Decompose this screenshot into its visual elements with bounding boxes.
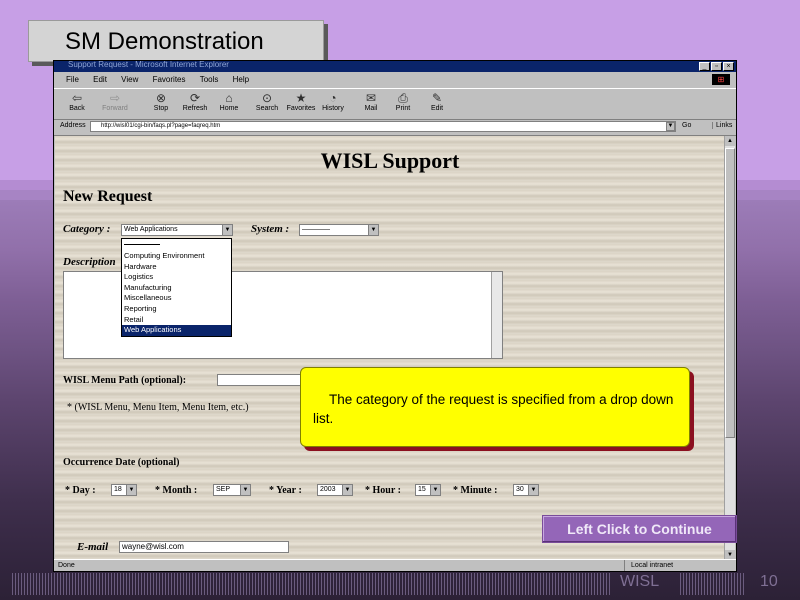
scroll-thumb[interactable] — [725, 148, 735, 438]
category-select[interactable]: Web Applications ▼ — [121, 224, 233, 236]
page-scrollbar[interactable]: ▲ ▼ — [724, 136, 735, 560]
chevron-down-icon: ▼ — [240, 485, 250, 495]
footer-stripes-right — [680, 573, 746, 595]
window-title: Support Request - Microsoft Internet Exp… — [68, 60, 229, 69]
system-select[interactable]: ———— ▼ — [299, 224, 379, 236]
dropdown-option-selected[interactable]: Web Applications — [122, 325, 231, 336]
go-button[interactable]: Go — [682, 122, 691, 129]
search-button[interactable]: ⊙ Search — [252, 91, 282, 112]
links-button[interactable]: Links — [712, 122, 732, 129]
occurrence-date-label: Occurrence Date (optional) — [63, 457, 180, 468]
chevron-down-icon: ▼ — [126, 485, 136, 495]
chevron-down-icon: ▼ — [368, 225, 378, 235]
favorites-icon: ★ — [295, 91, 307, 105]
year-select[interactable]: 2003 ▼ — [317, 484, 353, 496]
windows-logo-icon: ⊞ — [712, 74, 730, 85]
edit-icon: ✎ — [431, 91, 443, 105]
address-dropdown-icon[interactable]: ▼ — [666, 122, 675, 131]
dropdown-option-blank[interactable] — [122, 239, 231, 251]
day-label: * Day : — [65, 485, 96, 496]
home-button[interactable]: ⌂ Home — [214, 91, 244, 112]
dropdown-option[interactable]: Reporting — [122, 304, 231, 315]
footer-stripes — [12, 573, 612, 595]
scroll-up-icon[interactable]: ▲ — [725, 136, 735, 146]
category-label: Category : — [63, 223, 111, 235]
stop-icon: ⊗ — [155, 91, 167, 105]
refresh-button[interactable]: ⟳ Refresh — [180, 91, 210, 112]
menu-path-hint: * (WISL Menu, Menu Item, Menu Item, etc.… — [67, 402, 249, 413]
chevron-down-icon: ▼ — [430, 485, 440, 495]
browser-toolbar: ⇦ Back ⇨ Forward ⊗ Stop ⟳ Refresh ⌂ Home ⊙ Sea… — [54, 88, 736, 120]
system-label: System : — [251, 223, 290, 235]
description-label: Description — [63, 256, 116, 268]
zone-text: Local intranet — [624, 560, 673, 571]
history-button[interactable]: ◔ History — [318, 91, 348, 112]
dropdown-option[interactable]: Manufacturing — [122, 283, 231, 294]
edit-button[interactable]: ✎ Edit — [422, 91, 452, 112]
favorites-button[interactable]: ★ Favorites — [286, 91, 316, 112]
minute-label: * Minute : — [453, 485, 498, 496]
menu-help[interactable]: Help — [233, 73, 249, 87]
refresh-icon: ⟳ — [189, 91, 201, 105]
menu-file[interactable]: File — [66, 73, 79, 87]
callout-note: The category of the request is specified… — [300, 367, 690, 447]
print-button[interactable]: ⎙ Print — [388, 91, 418, 112]
address-label: Address — [60, 122, 86, 129]
history-icon: ◔ — [329, 91, 337, 105]
page-number: 10 — [760, 573, 778, 590]
footer-brand: WISL — [620, 573, 660, 590]
dropdown-option[interactable]: Logistics — [122, 272, 231, 283]
slide-title: SM Demonstration — [28, 20, 324, 62]
back-button[interactable]: ⇦ Back — [62, 91, 92, 112]
browser-window: Support Request - Microsoft Internet Exp… — [53, 60, 737, 572]
menu-favorites[interactable]: Favorites — [153, 73, 186, 87]
mail-icon: ✉ — [365, 91, 377, 105]
browser-titlebar: Support Request - Microsoft Internet Exp… — [54, 60, 736, 72]
minute-select[interactable]: 30 ▼ — [513, 484, 539, 496]
textarea-scrollbar[interactable] — [491, 272, 502, 358]
category-dropdown-list: Computing Environment Hardware Logistics… — [121, 238, 232, 337]
page-content: WISL Support New Request Category : Web … — [55, 136, 725, 560]
page-title: WISL Support — [320, 148, 460, 173]
print-icon: ⎙ — [398, 91, 408, 105]
dropdown-option[interactable]: Miscellaneous — [122, 293, 231, 304]
menu-tools[interactable]: Tools — [200, 73, 219, 87]
day-select[interactable]: 18 ▼ — [111, 484, 137, 496]
minimize-icon[interactable]: _ — [699, 62, 710, 71]
mail-button[interactable]: ✉ Mail — [356, 91, 386, 112]
close-icon[interactable]: × — [723, 62, 734, 71]
back-arrow-icon: ⇦ — [71, 91, 83, 105]
menu-path-input[interactable] — [217, 374, 303, 386]
hour-label: * Hour : — [365, 485, 401, 496]
month-label: * Month : — [155, 485, 198, 496]
menu-path-label: WISL Menu Path (optional): — [63, 375, 187, 386]
address-input[interactable]: http://wisl01/cgi-bin/faqs.pl?page=faqre… — [90, 121, 676, 132]
stop-button[interactable]: ⊗ Stop — [146, 91, 176, 112]
month-select[interactable]: SEP ▼ — [213, 484, 251, 496]
menu-edit[interactable]: Edit — [93, 73, 107, 87]
chevron-down-icon: ▼ — [342, 485, 352, 495]
email-field[interactable]: wayne@wisl.com — [119, 541, 289, 553]
search-icon: ⊙ — [261, 91, 273, 105]
dropdown-option[interactable]: Retail — [122, 315, 231, 326]
section-heading: New Request — [63, 188, 153, 205]
status-bar: Done Local intranet — [54, 559, 736, 571]
chevron-down-icon: ▼ — [222, 225, 232, 235]
continue-button[interactable]: Left Click to Continue — [542, 515, 737, 543]
forward-button[interactable]: ⇨ Forward — [100, 91, 130, 112]
email-label: E-mail — [77, 541, 109, 553]
status-text: Done — [58, 562, 75, 569]
forward-arrow-icon: ⇨ — [109, 91, 121, 105]
restore-icon[interactable]: ▫ — [711, 62, 722, 71]
chevron-down-icon: ▼ — [528, 485, 538, 495]
menu-view[interactable]: View — [121, 73, 138, 87]
year-label: * Year : — [269, 485, 302, 496]
home-icon: ⌂ — [225, 91, 233, 105]
dropdown-option[interactable]: Computing Environment — [122, 251, 231, 262]
menu-bar: File Edit View Favorites Tools Help — [54, 73, 736, 87]
dropdown-option[interactable]: Hardware — [122, 262, 231, 273]
hour-select[interactable]: 15 ▼ — [415, 484, 441, 496]
address-bar: Address http://wisl01/cgi-bin/faqs.pl?pa… — [54, 119, 736, 136]
